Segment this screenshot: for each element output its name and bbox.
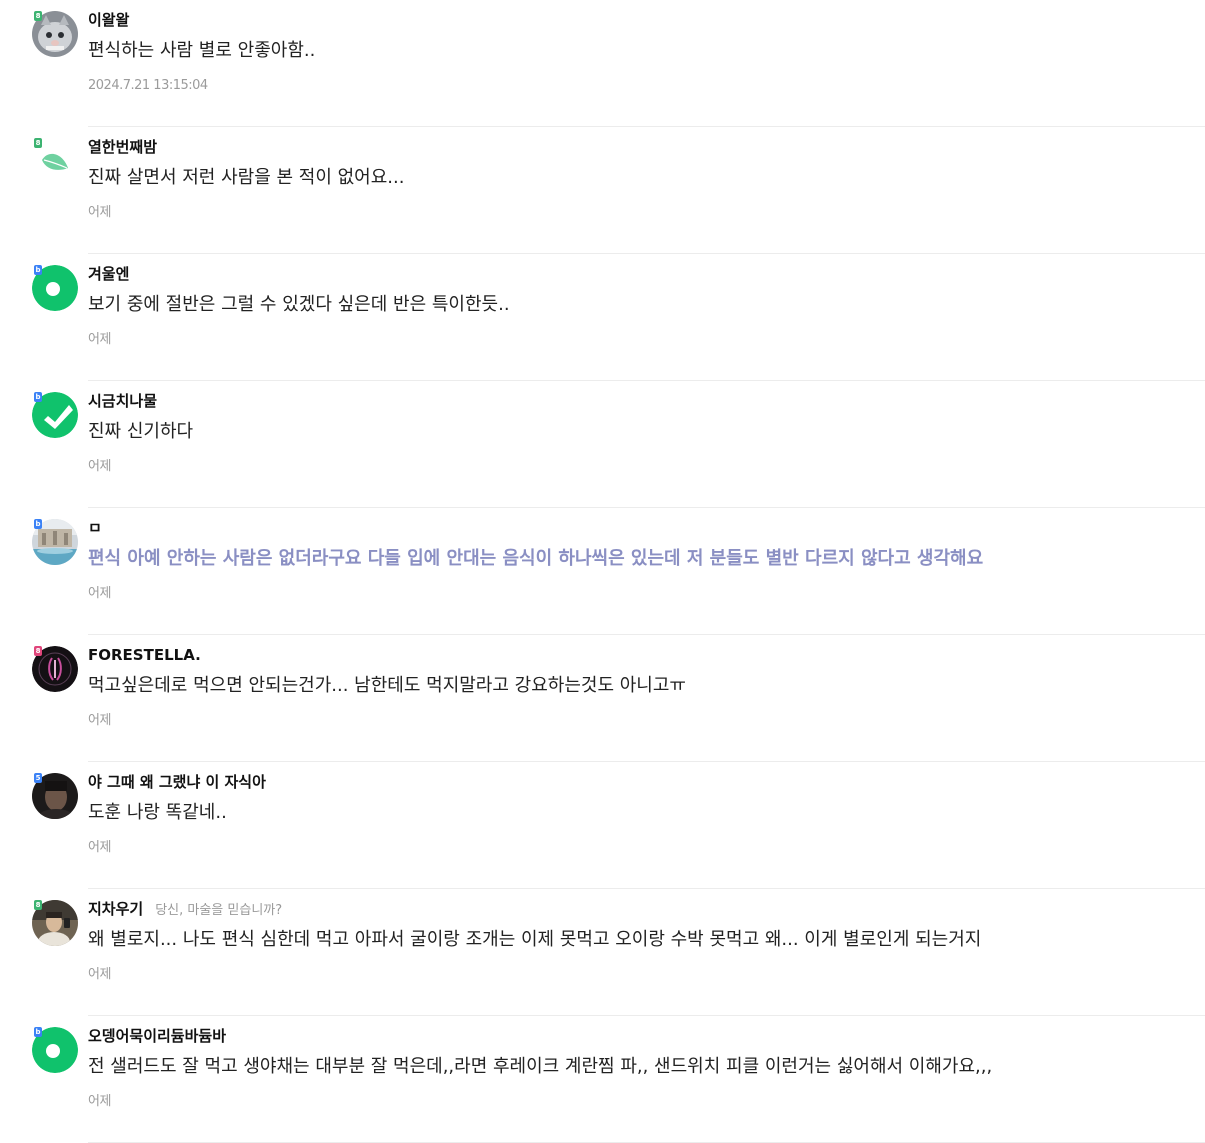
comment-text: 왜 별로지... 나도 편식 심한데 먹고 아파서 굴이랑 조개는 이제 못먹고… <box>88 929 982 950</box>
avatar[interactable]: b <box>32 265 78 311</box>
level-badge: 5 <box>34 773 42 783</box>
comment-text: 진짜 살면서 저런 사람을 본 적이 없어요... <box>88 167 405 188</box>
comment-text: 편식하는 사람 별로 안좋아함.. <box>88 40 316 61</box>
comment-list: 8 이왈왈 편식하는 사람 별로 안좋아함.. 2024.7.21 13:15:… <box>0 0 1205 1143</box>
level-badge: 8 <box>34 646 42 656</box>
comment-item: 5 야 그때 왜 그랬냐 이 자식아 도훈 나랑 똑같네.. 어제 <box>0 762 1205 889</box>
avatar[interactable]: 8 <box>32 11 78 57</box>
level-badge: 8 <box>34 900 42 910</box>
nickname[interactable]: 시금치나물 <box>88 392 157 410</box>
comment-date: 어제 <box>88 332 111 347</box>
nickname[interactable]: 이왈왈 <box>88 11 129 29</box>
nickname[interactable]: 겨울엔 <box>88 265 129 283</box>
level-badge: b <box>34 392 42 402</box>
comment-date: 어제 <box>88 586 111 601</box>
comment-item: b 겨울엔 보기 중에 절반은 그럴 수 있겠다 싶은데 반은 특이한듯.. 어… <box>0 254 1205 381</box>
avatar[interactable]: 5 <box>32 773 78 819</box>
avatar[interactable]: 8 <box>32 646 78 692</box>
comment-date: 어제 <box>88 967 111 982</box>
comment-item: b 시금치나물 진짜 신기하다 어제 <box>0 381 1205 508</box>
comment-text: 전 샐러드도 잘 먹고 생야채는 대부분 잘 먹은데,,라면 후레이크 계란찜 … <box>88 1056 993 1077</box>
avatar[interactable]: b <box>32 519 78 565</box>
nickname[interactable]: 열한번째밤 <box>88 138 157 156</box>
avatar[interactable]: b <box>32 1027 78 1073</box>
comment-text: 먹고싶은데로 먹으면 안되는건가... 남한테도 먹지말라고 강요하는것도 아니… <box>88 675 686 696</box>
comment-item: 8 이왈왈 편식하는 사람 별로 안좋아함.. 2024.7.21 13:15:… <box>0 0 1205 127</box>
comment-date: 어제 <box>88 840 111 855</box>
comment-item: 8 열한번째밤 진짜 살면서 저런 사람을 본 적이 없어요... 어제 <box>0 127 1205 254</box>
nickname[interactable]: FORESTELLA. <box>88 646 201 664</box>
comment-item: 8 FORESTELLA. 먹고싶은데로 먹으면 안되는건가... 남한테도 먹… <box>0 635 1205 762</box>
comment-date: 어제 <box>88 713 111 728</box>
avatar[interactable]: 8 <box>32 900 78 946</box>
comment-text: 보기 중에 절반은 그럴 수 있겠다 싶은데 반은 특이한듯.. <box>88 294 510 315</box>
nickname[interactable]: 지차우기 <box>88 900 143 918</box>
level-badge: b <box>34 265 42 275</box>
comment-item: 8 지차우기 당신, 마술을 믿습니까? 왜 별로지... 나도 편식 심한데 먹… <box>0 889 1205 1016</box>
level-badge: b <box>34 519 42 529</box>
level-badge: b <box>34 1027 42 1037</box>
nickname[interactable]: 야 그때 왜 그랬냐 이 자식아 <box>88 773 266 791</box>
avatar[interactable]: 8 <box>32 138 78 184</box>
nickname[interactable]: ㅁ <box>88 519 102 537</box>
comment-item: b 오뎅어묵이리듐바듐바 전 샐러드도 잘 먹고 생야채는 대부분 잘 먹은데,… <box>0 1016 1205 1143</box>
status-message: 당신, 마술을 믿습니까? <box>155 903 283 918</box>
comment-text: 편식 아예 안하는 사람은 없더라구요 다들 입에 안대는 음식이 하나씩은 있… <box>88 548 984 569</box>
level-badge: 8 <box>34 138 42 148</box>
comment-item: b ㅁ 편식 아예 안하는 사람은 없더라구요 다들 입에 안대는 음식이 하나… <box>0 508 1205 635</box>
comment-date: 어제 <box>88 459 111 474</box>
comment-text: 진짜 신기하다 <box>88 421 194 442</box>
level-badge: 8 <box>34 11 42 21</box>
comment-date: 어제 <box>88 1094 111 1109</box>
nickname[interactable]: 오뎅어묵이리듐바듐바 <box>88 1027 226 1045</box>
comment-date: 2024.7.21 13:15:04 <box>88 78 208 93</box>
comment-text: 도훈 나랑 똑같네.. <box>88 802 227 823</box>
comment-date: 어제 <box>88 205 111 220</box>
avatar[interactable]: b <box>32 392 78 438</box>
